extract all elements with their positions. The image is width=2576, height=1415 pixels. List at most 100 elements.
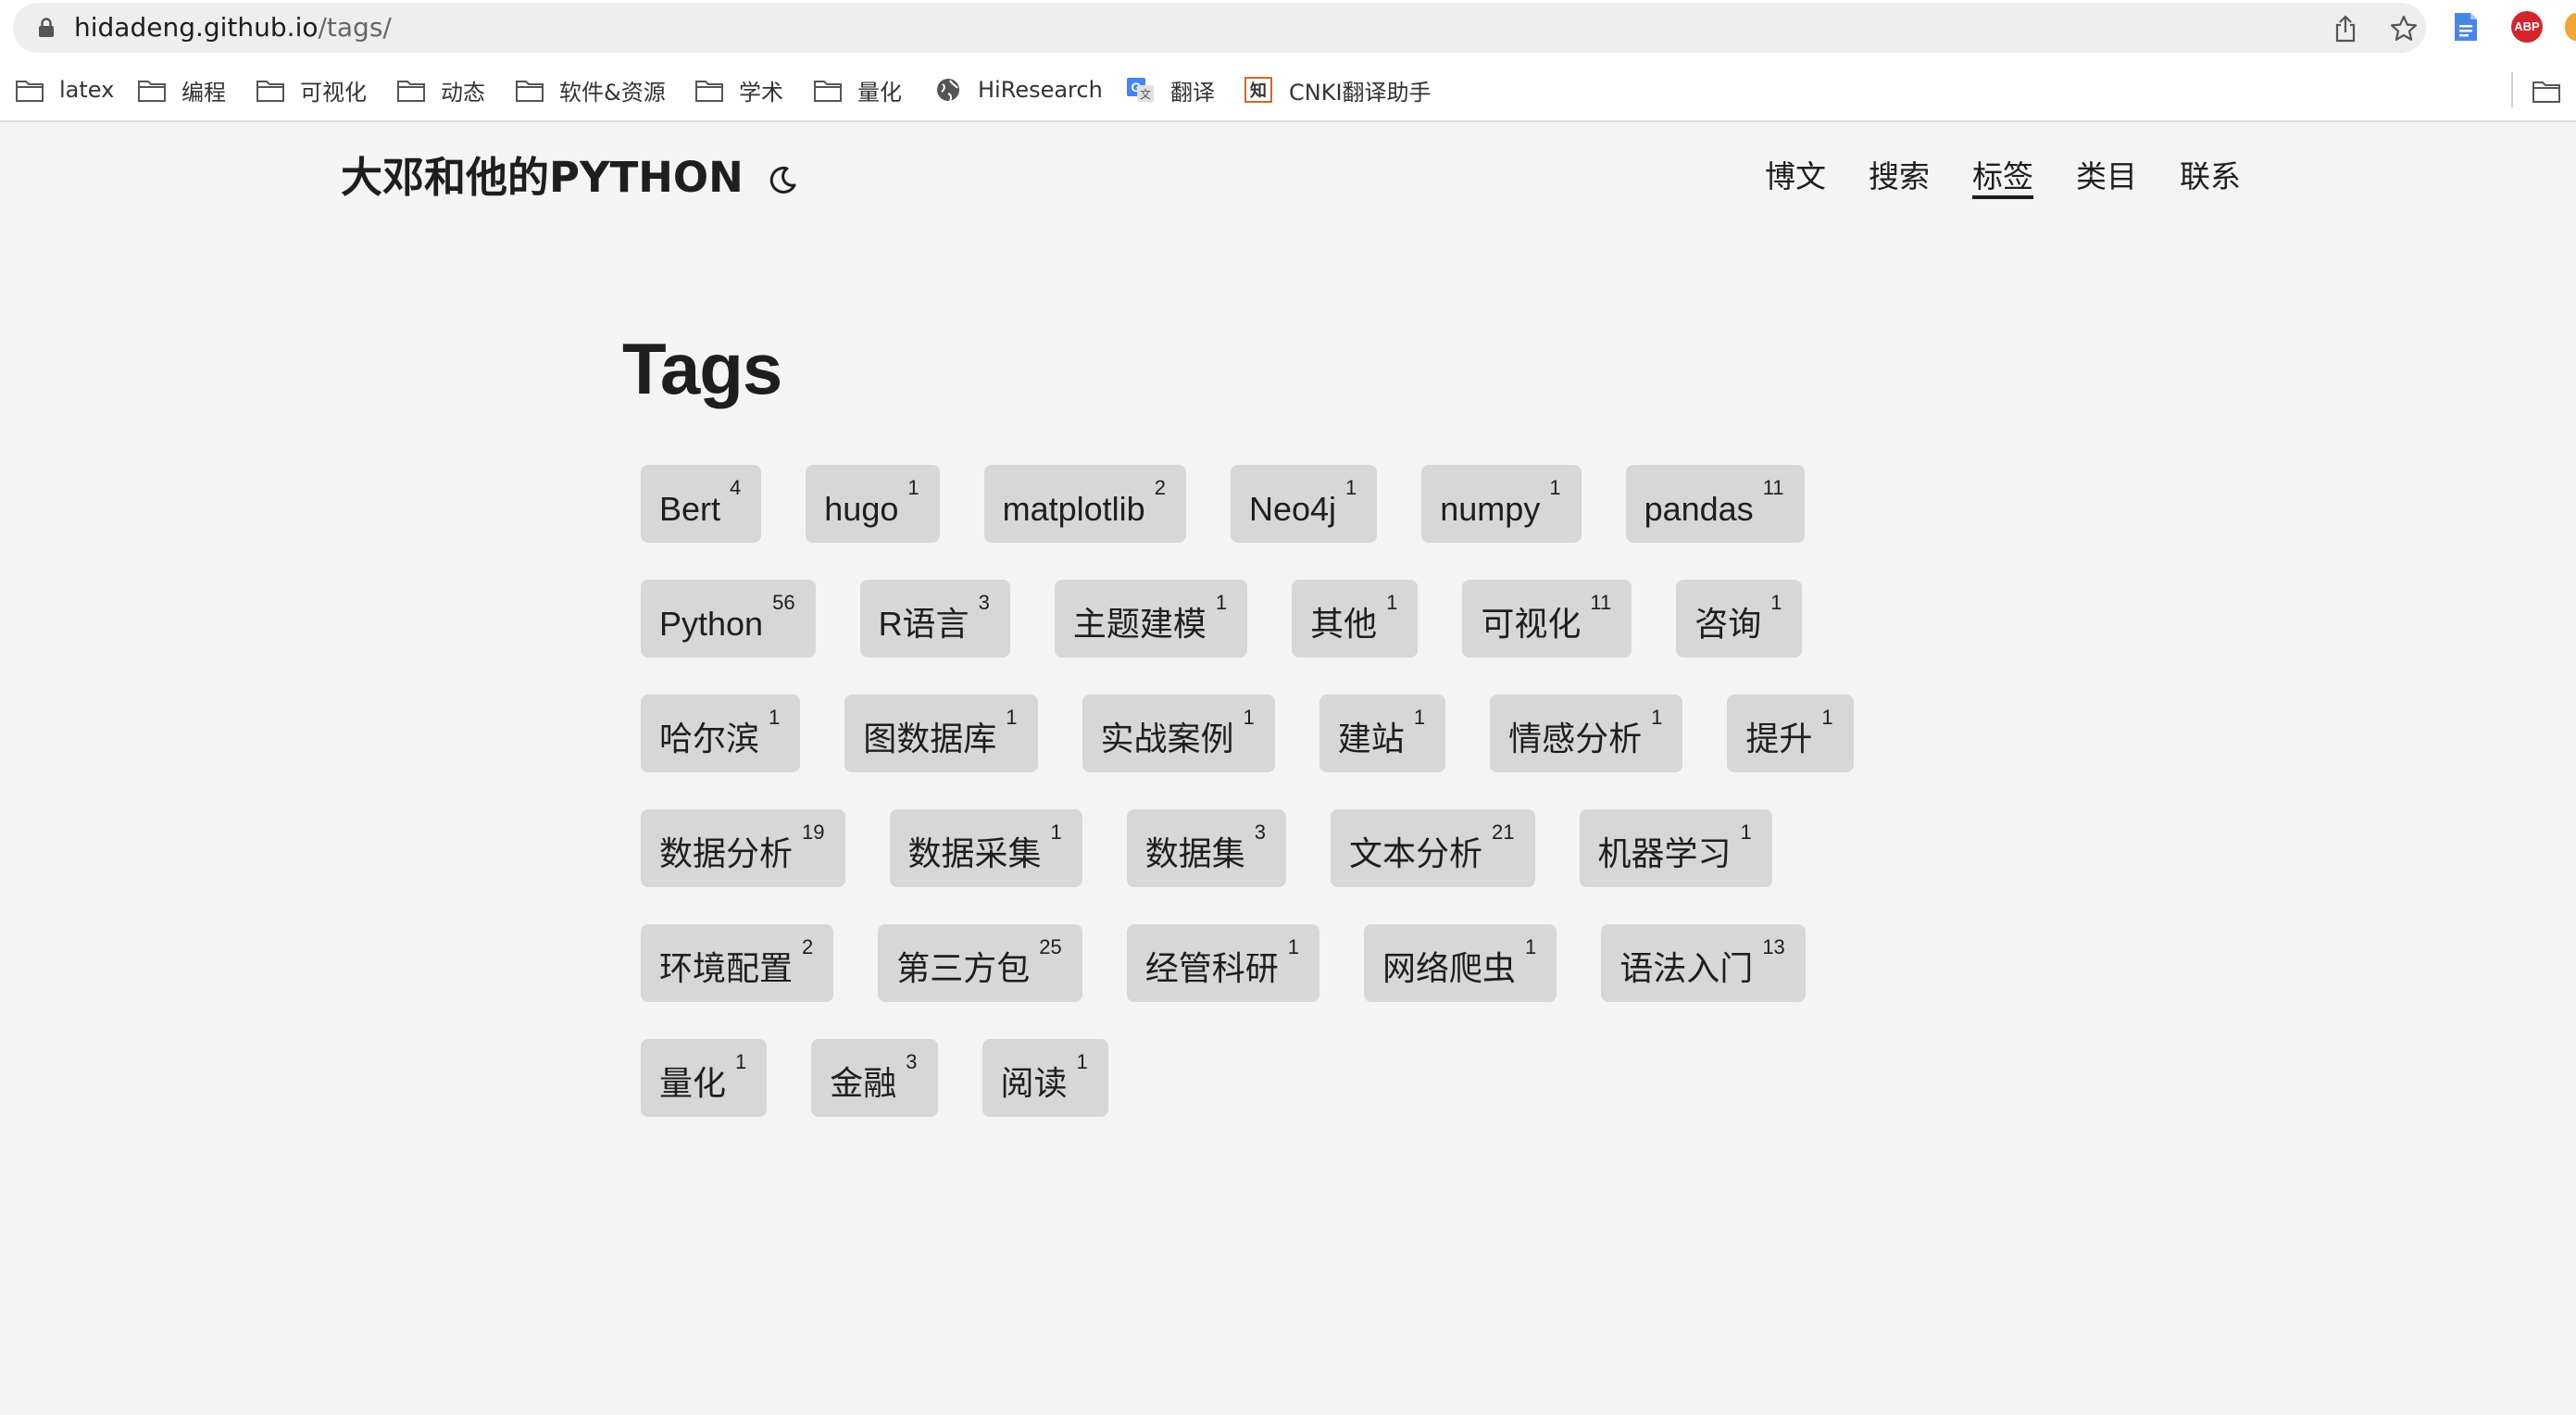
tag-item[interactable]: 提升 1 (1727, 695, 1854, 772)
tag-item[interactable]: R语言 3 (859, 580, 1010, 657)
tag-item[interactable]: Bert 4 (641, 465, 762, 543)
tag-name: 环境配置 (659, 949, 794, 987)
tag-name: 图数据库 (863, 720, 997, 758)
tag-item[interactable]: 经管科研 1 (1126, 924, 1320, 1002)
tag-item[interactable]: 情感分析 1 (1490, 695, 1683, 772)
tag-count: 3 (906, 1050, 918, 1073)
bookmark-academic[interactable]: 学术 (694, 73, 783, 106)
google-translate-icon: G文 (1127, 78, 1154, 102)
bookmark-cnki-assistant[interactable]: 知 CNKI翻译助手 (1244, 73, 1432, 106)
tag-item[interactable]: 主题建模 1 (1054, 580, 1248, 657)
tag-name: 数据采集 (907, 834, 1042, 872)
tag-item[interactable]: 咨询 1 (1676, 580, 1803, 657)
tag-item[interactable]: hugo 1 (806, 465, 940, 543)
bookmark-translate[interactable]: G文 翻译 (1126, 73, 1215, 106)
tag-count: 1 (1386, 591, 1398, 614)
tag-name: 第三方包 (896, 949, 1031, 987)
tag-cloud: Bert 4 hugo 1 matplotlib 2 Neo4j 1 numpy 1 pa… (641, 465, 1863, 1117)
tag-item[interactable]: 语法入门 13 (1601, 924, 1806, 1002)
folder-icon (814, 81, 842, 102)
tag-item[interactable]: 环境配置 2 (641, 924, 834, 1002)
share-icon[interactable] (2332, 14, 2359, 44)
bookmark-visualization[interactable]: 可视化 (256, 73, 367, 106)
tag-item[interactable]: 第三方包 25 (878, 924, 1082, 1002)
bookmark-news[interactable]: 动态 (396, 73, 485, 106)
tag-name: 网络爬虫 (1382, 949, 1517, 987)
tag-count: 1 (1076, 1050, 1088, 1073)
bookmark-label: 编程 (181, 79, 226, 106)
tag-count: 1 (1821, 706, 1833, 729)
bookmark-label: 学术 (739, 79, 783, 106)
tag-count: 3 (1254, 820, 1267, 844)
tag-count: 1 (1287, 935, 1300, 958)
tag-name: 可视化 (1481, 605, 1582, 643)
tag-item[interactable]: 阅读 1 (982, 1039, 1108, 1117)
tag-count: 3 (978, 591, 990, 614)
folder-icon (516, 81, 544, 102)
tag-name: 哈尔滨 (659, 720, 760, 758)
bookmark-programming[interactable]: 编程 (137, 73, 226, 106)
tag-name: 数据集 (1144, 834, 1245, 872)
browser-toolbar: hidadeng.github.io/tags/ ABP (0, 0, 2576, 59)
tag-item[interactable]: 哈尔滨 1 (641, 695, 801, 772)
bookmarks-bar: latex 编程 可视化 动态 软件&资源 学术 量化 HiResearch G… (0, 59, 2576, 122)
nav-contact[interactable]: 联系 (2180, 156, 2241, 198)
bookmark-latex[interactable]: latex (15, 73, 114, 106)
dark-mode-toggle-icon[interactable] (767, 163, 800, 196)
tag-item[interactable]: 实战案例 1 (1082, 695, 1275, 772)
tag-item[interactable]: 数据采集 1 (889, 809, 1082, 887)
tag-item[interactable]: 网络爬虫 1 (1364, 924, 1557, 1002)
nav-posts[interactable]: 博文 (1765, 156, 1826, 198)
bookmark-software-resources[interactable]: 软件&资源 (515, 73, 666, 106)
bookmark-label: 量化 (857, 79, 902, 106)
tag-count: 4 (730, 476, 742, 499)
tag-name: 语法入门 (1619, 949, 1754, 987)
tag-item[interactable]: 量化 1 (641, 1039, 768, 1117)
address-bar[interactable]: hidadeng.github.io/tags/ (13, 3, 2426, 53)
extension-icon[interactable] (2565, 13, 2576, 41)
other-bookmarks-folder-icon[interactable] (2532, 78, 2561, 104)
tag-item[interactable]: 其他 1 (1292, 580, 1419, 657)
url-text[interactable]: hidadeng.github.io/tags/ (74, 13, 392, 43)
tag-count: 1 (1345, 476, 1357, 499)
tag-item[interactable]: 金融 3 (811, 1039, 938, 1117)
page-title: Tags (622, 328, 782, 409)
tag-item[interactable]: Neo4j 1 (1230, 465, 1378, 543)
tag-count: 13 (1762, 935, 1785, 958)
nav-search[interactable]: 搜索 (1869, 156, 1930, 198)
tag-item[interactable]: 建站 1 (1319, 695, 1446, 772)
tag-count: 1 (1050, 820, 1062, 844)
cnki-icon: 知 (1244, 77, 1272, 103)
nav-tags[interactable]: 标签 (1972, 156, 2033, 198)
tag-item[interactable]: 数据集 3 (1126, 809, 1287, 887)
tag-count: 11 (1762, 476, 1784, 499)
tag-name: 提升 (1745, 720, 1813, 758)
tag-item[interactable]: pandas 11 (1625, 465, 1805, 543)
tag-name: 咨询 (1694, 605, 1762, 643)
tag-item[interactable]: Python 56 (641, 580, 816, 657)
tag-name: 建站 (1337, 720, 1405, 758)
google-docs-extension-icon[interactable] (2452, 11, 2480, 43)
tag-count: 1 (1413, 706, 1426, 729)
tag-item[interactable]: 机器学习 1 (1579, 809, 1772, 887)
tag-item[interactable]: matplotlib 2 (983, 465, 1186, 543)
nav-categories[interactable]: 类目 (2076, 156, 2137, 198)
globe-icon (937, 79, 959, 102)
svg-text:文: 文 (1140, 87, 1151, 101)
site-title[interactable]: 大邓和他的PYTHON (341, 150, 744, 206)
lock-icon[interactable] (35, 17, 57, 39)
tag-item[interactable]: 可视化 11 (1462, 580, 1632, 657)
bookmark-label: latex (59, 77, 115, 103)
tag-item[interactable]: 图数据库 1 (844, 695, 1038, 772)
adblock-plus-extension-icon[interactable]: ABP (2511, 11, 2543, 43)
tag-item[interactable]: 文本分析 21 (1331, 809, 1535, 887)
tag-item[interactable]: numpy 1 (1421, 465, 1582, 543)
bookmark-hiresearch[interactable]: HiResearch (933, 73, 1103, 106)
bookmark-star-icon[interactable] (2389, 14, 2419, 44)
tag-count: 1 (735, 1050, 747, 1073)
bookmark-quant[interactable]: 量化 (813, 73, 902, 106)
tag-item[interactable]: 数据分析 19 (641, 809, 845, 887)
tag-name: 经管科研 (1144, 949, 1279, 987)
tag-count: 1 (1770, 591, 1782, 614)
tag-name: 量化 (659, 1064, 727, 1102)
